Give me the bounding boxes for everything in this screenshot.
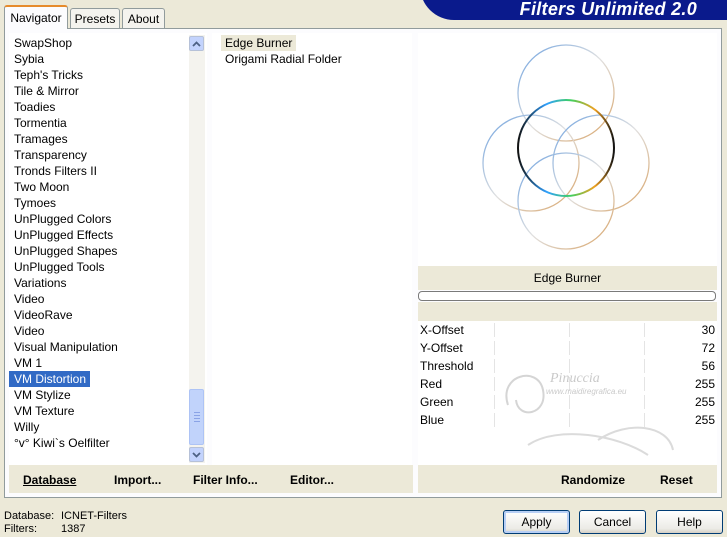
category-items: SwapShop Sybia Teph's Tricks Tile & Mirror T… xyxy=(9,33,207,451)
category-item[interactable]: UnPlugged Effects xyxy=(9,227,113,243)
category-scrollbar[interactable] xyxy=(189,35,205,463)
scroll-up-button[interactable] xyxy=(189,36,204,51)
category-item[interactable]: Two Moon xyxy=(9,179,69,195)
param-red[interactable]: Red 255 xyxy=(418,375,717,393)
category-item[interactable]: Transparency xyxy=(9,147,87,163)
param-y-offset[interactable]: Y-Offset 72 xyxy=(418,339,717,357)
chevron-up-icon xyxy=(192,40,201,47)
preview-filter-name: Edge Burner xyxy=(418,266,717,290)
parameter-panel: X-Offset 30 Y-Offset 72 Threshold 56 Red… xyxy=(418,321,717,465)
category-item[interactable]: UnPlugged Colors xyxy=(9,211,111,227)
category-item[interactable]: VM Distortion xyxy=(9,371,91,387)
status-filters-value: 1387 xyxy=(61,523,86,535)
param-value: 255 xyxy=(694,413,715,427)
category-item[interactable]: UnPlugged Tools xyxy=(9,259,105,275)
category-item[interactable]: Tile & Mirror xyxy=(9,83,79,99)
import-button[interactable]: Import... xyxy=(114,473,161,487)
param-label: Y-Offset xyxy=(420,341,463,355)
scroll-thumb[interactable] xyxy=(189,389,204,445)
category-item[interactable]: Tronds Filters II xyxy=(9,163,97,179)
category-item[interactable]: VM 1 xyxy=(9,355,42,371)
progress-bar xyxy=(418,291,716,301)
param-threshold[interactable]: Threshold 56 xyxy=(418,357,717,375)
param-value: 255 xyxy=(694,395,715,409)
category-item[interactable]: Variations xyxy=(9,275,66,291)
category-item[interactable]: VideoRave xyxy=(9,307,73,323)
tab-presets[interactable]: Presets xyxy=(70,8,120,28)
category-item[interactable]: Teph's Tricks xyxy=(9,67,83,83)
category-list[interactable]: SwapShop Sybia Teph's Tricks Tile & Mirror T… xyxy=(9,33,207,465)
scroll-down-button[interactable] xyxy=(189,447,204,462)
param-label: Blue xyxy=(420,413,445,427)
preview-image xyxy=(482,44,650,250)
param-label: X-Offset xyxy=(420,323,464,337)
status-filters-label: Filters: xyxy=(4,523,37,535)
category-item[interactable]: SwapShop xyxy=(9,35,72,51)
randomize-button[interactable]: Randomize xyxy=(561,473,625,487)
category-item[interactable]: Video xyxy=(9,291,44,307)
param-value: 56 xyxy=(701,359,715,373)
param-green[interactable]: Green 255 xyxy=(418,393,717,411)
tab-navigator[interactable]: Navigator xyxy=(4,5,68,29)
filter-info-button[interactable]: Filter Info... xyxy=(193,473,258,487)
filter-list[interactable]: Edge Burner Origami Radial Folder xyxy=(212,33,412,465)
category-item[interactable]: Willy xyxy=(9,419,39,435)
param-empty-area xyxy=(418,429,717,465)
category-item[interactable]: VM Texture xyxy=(9,403,74,419)
preview-pane xyxy=(418,33,717,266)
param-value: 72 xyxy=(701,341,715,355)
reset-button[interactable]: Reset xyxy=(660,473,693,487)
cancel-button[interactable]: Cancel xyxy=(579,510,646,534)
category-item[interactable]: Toadies xyxy=(9,99,55,115)
param-label: Red xyxy=(420,377,443,391)
param-value: 30 xyxy=(701,323,715,337)
param-label: Threshold xyxy=(420,359,474,373)
status-database-value: ICNET-Filters xyxy=(61,510,127,522)
category-item[interactable]: VM Stylize xyxy=(9,387,71,403)
category-item[interactable]: Visual Manipulation xyxy=(9,339,118,355)
param-value: 255 xyxy=(694,377,715,391)
status-database-label: Database: xyxy=(4,510,55,522)
help-button[interactable]: Help xyxy=(656,510,723,534)
filter-item-origami-radial-folder[interactable]: Origami Radial Folder xyxy=(221,51,346,67)
app-title: Filters Unlimited 2.0 xyxy=(519,0,697,19)
params-header-strip xyxy=(418,302,717,321)
chevron-down-icon xyxy=(192,451,201,458)
category-item[interactable]: Video xyxy=(9,323,44,339)
category-item[interactable]: Sybia xyxy=(9,51,44,67)
apply-button[interactable]: Apply xyxy=(503,510,570,534)
category-item[interactable]: °v° Kiwi`s Oelfilter xyxy=(9,435,110,451)
param-actions-bar: Randomize Reset xyxy=(418,465,717,493)
category-item[interactable]: Tormentia xyxy=(9,115,67,131)
category-item[interactable]: UnPlugged Shapes xyxy=(9,243,117,259)
param-label: Green xyxy=(420,395,454,409)
database-button[interactable]: Database xyxy=(23,473,76,487)
app-banner: Filters Unlimited 2.0 xyxy=(420,0,727,20)
param-x-offset[interactable]: X-Offset 30 xyxy=(418,321,717,339)
list-actions-bar: Database Import... Filter Info... Editor… xyxy=(9,465,413,493)
filter-item-edge-burner[interactable]: Edge Burner xyxy=(221,35,297,51)
param-blue[interactable]: Blue 255 xyxy=(418,411,717,429)
editor-button[interactable]: Editor... xyxy=(290,473,334,487)
category-item[interactable]: Tymoes xyxy=(9,195,56,211)
category-item[interactable]: Tramages xyxy=(9,131,68,147)
tab-about[interactable]: About xyxy=(122,8,165,28)
